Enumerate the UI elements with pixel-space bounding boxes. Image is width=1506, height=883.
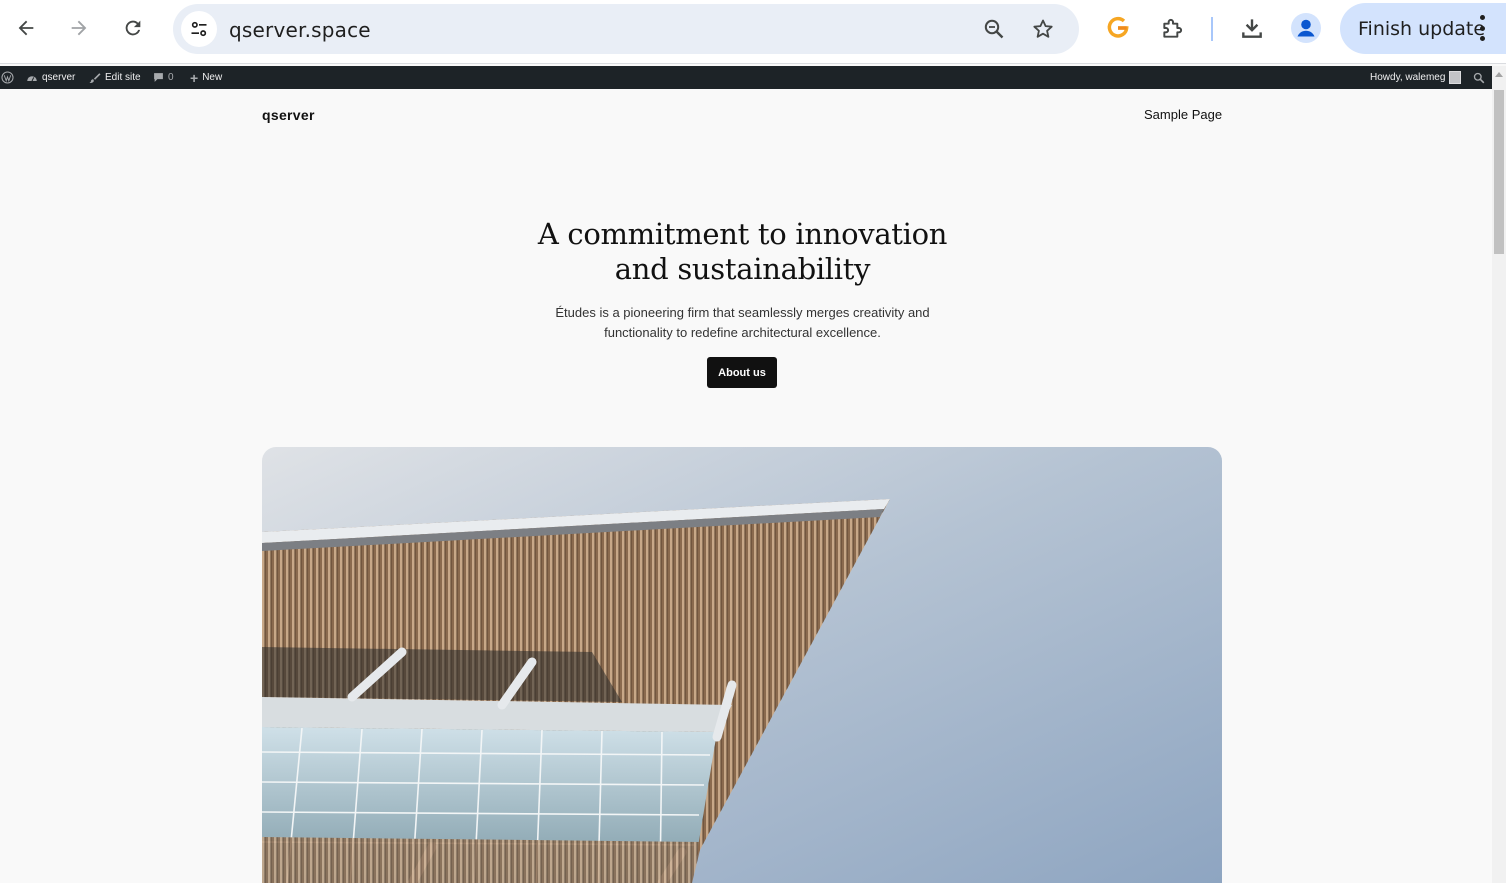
reload-button[interactable] [115, 10, 151, 46]
plus-icon: + [190, 69, 199, 86]
howdy-text: Howdy, walemeg [1370, 72, 1446, 83]
about-us-button[interactable]: About us [707, 357, 777, 388]
back-button[interactable] [8, 10, 44, 46]
downloads-button[interactable] [1235, 11, 1269, 45]
new-label: New [202, 72, 223, 83]
admin-bar-site-name: qserver [42, 72, 76, 83]
comments-count: 0 [168, 72, 174, 83]
url-text[interactable]: qserver.space [229, 18, 371, 42]
profile-button[interactable] [1289, 11, 1323, 45]
user-avatar-icon [1449, 71, 1462, 84]
scroll-up-arrow-icon[interactable] [1495, 72, 1503, 77]
forward-arrow-icon [71, 20, 87, 36]
wp-admin-bar: qserver Edit site 0 + New Howdy, walemeg [0, 66, 1492, 89]
download-icon [1242, 19, 1262, 38]
dashboard-icon [27, 75, 37, 81]
admin-bar-account[interactable]: Howdy, walemeg [1370, 66, 1462, 89]
hero-subtitle-line2: functionality to redefine architectural … [604, 325, 881, 340]
admin-bar-comments[interactable]: 0 [153, 66, 174, 89]
forward-button[interactable] [61, 10, 97, 46]
bookmark-button[interactable] [1028, 14, 1058, 44]
hero-heading: A commitment to innovation and sustainab… [470, 217, 1015, 287]
admin-bar-edit-site[interactable]: Edit site [88, 66, 141, 89]
edit-site-label: Edit site [105, 72, 141, 83]
tune-icon [191, 21, 207, 37]
hero-subtitle-line1: Études is a pioneering firm that seamles… [555, 305, 930, 320]
brush-icon [89, 72, 101, 83]
finish-update-button[interactable]: Finish update [1340, 3, 1506, 54]
building-illustration [262, 447, 1222, 883]
back-arrow-icon [18, 20, 34, 36]
page-scrollbar[interactable] [1492, 66, 1506, 883]
site-info-button[interactable] [181, 11, 217, 47]
avatar-icon [1291, 13, 1321, 43]
star-icon [1033, 19, 1053, 38]
hero-heading-line2: and sustainability [614, 252, 871, 286]
reload-icon [125, 20, 141, 36]
zoom-icon [984, 19, 1004, 39]
wp-logo-button[interactable] [1, 66, 14, 89]
address-bar[interactable]: qserver.space [173, 4, 1079, 54]
admin-bar-search[interactable] [1473, 66, 1485, 89]
g-extension-icon [1107, 16, 1129, 38]
puzzle-icon [1163, 18, 1183, 38]
nav-sample-page[interactable]: Sample Page [1144, 107, 1222, 122]
finish-update-label: Finish update [1358, 18, 1486, 40]
kebab-menu-icon[interactable] [1476, 15, 1488, 41]
browser-toolbar: qserver.space Finish update [0, 0, 1506, 64]
scrollbar-thumb[interactable] [1494, 90, 1504, 254]
hero-heading-line1: A commitment to innovation [537, 217, 948, 251]
hero-building-image [262, 447, 1222, 883]
site-title[interactable]: qserver [262, 107, 315, 123]
hero-subtitle: Études is a pioneering firm that seamles… [520, 303, 965, 343]
zoom-button[interactable] [979, 14, 1009, 44]
wordpress-icon [1, 71, 14, 84]
admin-bar-site-link[interactable]: qserver [26, 66, 75, 89]
comment-icon [154, 73, 163, 82]
search-icon [1473, 72, 1485, 83]
extensions-button[interactable] [1156, 11, 1190, 45]
extension-g-button[interactable] [1101, 11, 1135, 45]
toolbar-divider [1211, 17, 1213, 41]
admin-bar-new[interactable]: + New [190, 66, 222, 89]
